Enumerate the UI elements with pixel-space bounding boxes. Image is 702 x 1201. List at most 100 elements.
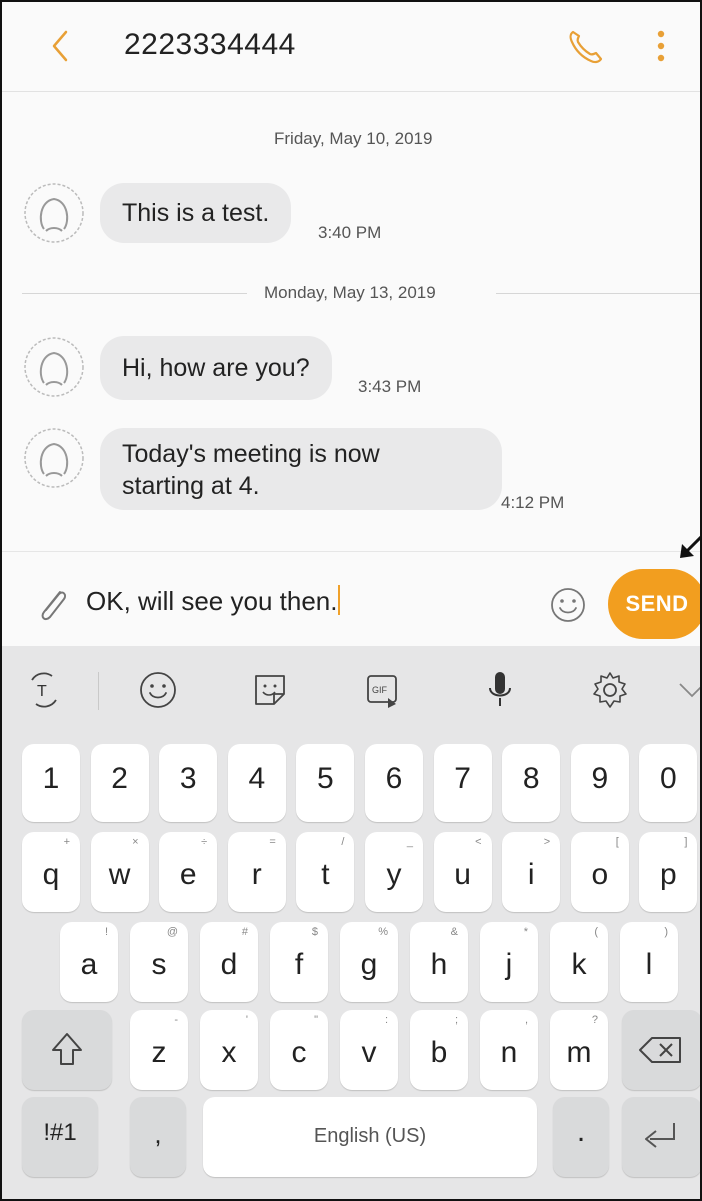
letter-key[interactable]: × w [90,832,149,912]
key-hint: % [378,926,388,938]
letter-key[interactable]: _ y [365,832,423,912]
letter-key[interactable]: + q [22,832,80,912]
letter-key[interactable]: ) l [620,922,678,1002]
emoji-icon[interactable] [136,668,180,712]
number-key[interactable]: 1 [22,744,80,822]
letter-key[interactable]: [o [570,832,629,912]
collapse-chevron-icon[interactable] [674,668,702,712]
messaging-screen: 2223334444 Friday, May 10, 2019 This is … [0,0,702,1201]
pointer-arrow-icon [680,535,700,558]
contact-title: 2223334444 [124,28,296,61]
key-label: p [660,858,677,891]
key-label: o [591,858,609,891]
letter-key[interactable]: < u [433,832,492,912]
message-bubble[interactable]: Hi, how are you? [100,336,332,400]
letter-key[interactable]: ; b [410,1010,468,1090]
number-key[interactable]: 9 [570,744,629,822]
key-hint: ; [454,1014,458,1026]
letter-key[interactable]: / t [296,832,355,912]
key-hint: ? [591,1014,598,1026]
number-key[interactable]: 3 [159,744,218,822]
settings-gear-icon[interactable] [588,668,632,712]
key-label: b [430,1036,448,1069]
svg-text:T: T [37,683,47,700]
on-screen-keyboard: T GIF 1 2 3 4 5 6 7 8 9 0 + q × w ÷ e = … [2,646,702,1199]
key-label: h [430,948,448,981]
key-label: 9 [591,762,609,795]
emoji-icon[interactable] [549,586,587,624]
key-hint: @ [166,926,178,938]
key-hint: = [269,836,276,848]
number-key[interactable]: 4 [227,744,286,822]
number-key[interactable]: 6 [365,744,423,822]
message-bubble[interactable]: Today's meeting is now starting at 4. [100,428,502,510]
letter-key[interactable]: ,n [480,1010,538,1090]
back-arrow-icon[interactable] [42,26,82,66]
text-translate-icon[interactable]: T [22,668,66,712]
letter-key[interactable]: # d [200,922,258,1002]
number-key[interactable]: 0 [639,744,698,822]
sticker-icon[interactable] [248,668,292,712]
key-label: u [454,858,471,891]
send-button[interactable]: SEND [608,569,700,639]
key-label: m [566,1036,592,1069]
key-label: s [151,948,167,981]
shift-key[interactable] [22,1010,112,1090]
key-label: d [220,948,238,981]
letter-key[interactable]: ? m [550,1010,608,1090]
letter-key[interactable]: ÷ e [159,832,218,912]
number-key[interactable]: 2 [90,744,149,822]
letter-key[interactable]: ! a [60,922,118,1002]
letter-key[interactable]: " c [270,1010,328,1090]
letter-key[interactable]: -z [130,1010,188,1090]
key-hint: + [63,836,70,848]
paperclip-icon[interactable] [32,582,72,626]
number-key[interactable]: 7 [433,744,492,822]
letter-key[interactable]: @ s [130,922,188,1002]
contact-avatar-icon[interactable] [22,335,86,399]
key-hint: , [524,1014,528,1026]
letter-key[interactable]: ' x [200,1010,258,1090]
more-options-icon[interactable] [646,26,676,66]
key-hint: < [475,836,482,848]
key-hint: - [174,1014,178,1026]
letter-key[interactable]: % g [340,922,398,1002]
text-cursor [338,585,341,615]
key-label: l [645,948,653,981]
period-key[interactable]: . [553,1097,609,1177]
letter-key[interactable]: :v [340,1010,398,1090]
key-label: a [80,948,98,981]
key-label: c [291,1036,307,1069]
message-bubble[interactable]: This is a test. [100,183,292,243]
key-label: 2 [111,762,128,795]
letter-key[interactable]: (k [550,922,608,1002]
message-input[interactable]: OK, will see you then. [86,585,341,617]
letter-key[interactable]: & h [410,922,468,1002]
key-hint: " [314,1014,318,1026]
letter-key[interactable]: > i [502,832,561,912]
letter-key[interactable]: = r [227,832,286,912]
key-hint: ÷ [201,836,208,848]
space-key[interactable]: English (US) [203,1097,537,1177]
number-key[interactable]: 8 [502,744,561,822]
letter-key[interactable]: * j [480,922,538,1002]
microphone-icon[interactable] [478,668,522,712]
key-hint: : [384,1014,388,1026]
gif-icon[interactable]: GIF [360,668,404,712]
number-key[interactable]: 5 [296,744,355,822]
key-label: 8 [522,762,540,795]
contact-avatar-icon[interactable] [22,181,86,245]
symbols-key[interactable]: !#1 [22,1097,98,1177]
phone-icon[interactable] [564,24,608,68]
comma-key[interactable]: , [130,1097,186,1177]
enter-key[interactable] [622,1097,700,1177]
key-hint: _ [406,836,413,848]
backspace-key[interactable] [622,1010,700,1090]
key-label: w [108,858,131,891]
key-label: j [505,948,513,981]
key-hint: ) [664,926,668,938]
letter-key[interactable]: ] p [639,832,698,912]
divider [496,293,700,294]
contact-avatar-icon[interactable] [22,426,86,490]
letter-key[interactable]: $ f [270,922,328,1002]
